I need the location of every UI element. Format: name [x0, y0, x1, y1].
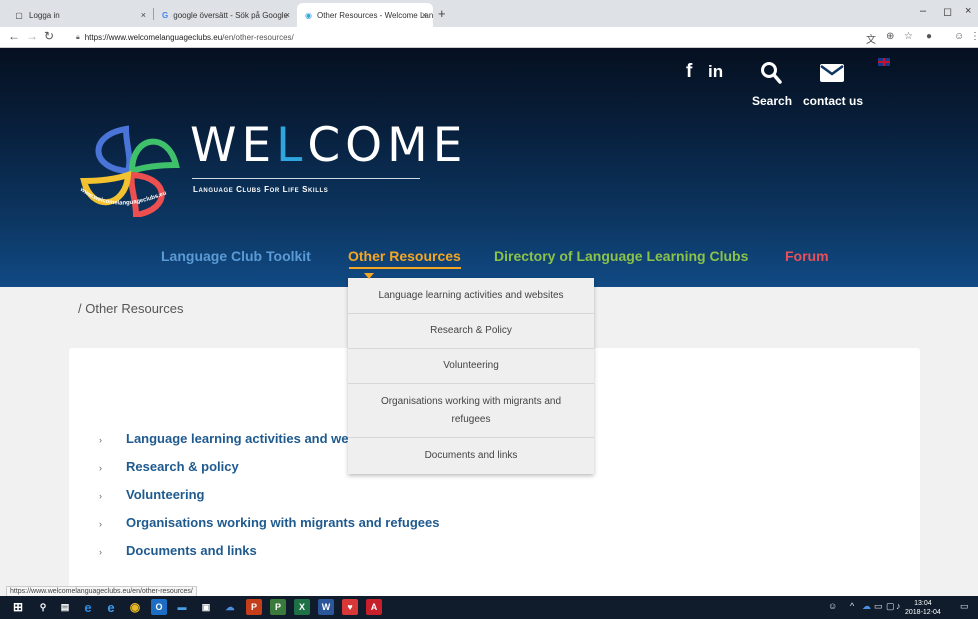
nav-other-resources[interactable]: Other Resources [348, 248, 461, 264]
resource-link[interactable]: Language learning activities and we [126, 431, 349, 446]
windows-start-icon[interactable]: ⊞ [10, 599, 26, 615]
svg-text:www.welcomelanguageclubs.eu: www.welcomelanguageclubs.eu [78, 186, 168, 206]
search-icon[interactable]: ⚲ [35, 599, 51, 615]
dropdown-item[interactable]: Organisations working with migrants and … [348, 384, 594, 438]
people-icon[interactable]: ☺ [828, 601, 837, 611]
profile-icon[interactable]: ☺ [954, 31, 964, 42]
tab-title: google översätt - Sök på Google [173, 10, 288, 20]
powerpoint-icon[interactable]: P [246, 599, 262, 615]
close-tab-icon[interactable]: × [285, 10, 290, 20]
volume-icon[interactable]: ♪ [896, 601, 901, 611]
facebook-icon[interactable]: f [686, 61, 692, 83]
network-icon[interactable]: ▢ [886, 601, 895, 612]
bullet-icon: › [99, 463, 102, 473]
minimize-button[interactable]: – [920, 5, 926, 17]
dropdown-item[interactable]: Volunteering [348, 349, 594, 384]
nav-directory-of-language-learning-clubs[interactable]: Directory of Language Learning Clubs [494, 248, 748, 264]
resource-link[interactable]: Organisations working with migrants and … [126, 515, 440, 530]
acrobat-icon[interactable]: A [366, 599, 382, 615]
onedrive-tray-icon[interactable]: ☁ [862, 601, 871, 612]
dropdown-item[interactable]: Research & Policy [348, 314, 594, 349]
reload-icon[interactable]: ↻ [44, 29, 54, 43]
maximize-button[interactable]: ◻ [943, 5, 952, 18]
browser-tab-bar: ▢ Logga in × G google översätt - Sök på … [0, 0, 978, 27]
word-icon[interactable]: W [318, 599, 334, 615]
breadcrumb: / Other Resources [78, 301, 184, 316]
nav-language-club-toolkit[interactable]: Language Club Toolkit [161, 248, 311, 264]
bullet-icon: › [99, 547, 102, 557]
bullet-icon: › [99, 491, 102, 501]
logo-title: WELCOME [190, 118, 468, 173]
logo-divider [192, 178, 420, 179]
browser-tab[interactable]: ▢ Logga in × [6, 3, 152, 27]
edge-icon[interactable]: e [80, 599, 96, 615]
bookmark-star-icon[interactable]: ☆ [904, 31, 913, 42]
system-clock[interactable]: 13:04 2018-12-04 [905, 599, 941, 617]
chrome-icon[interactable]: ◉ [127, 599, 143, 615]
forward-arrow-icon[interactable]: → [26, 29, 38, 43]
resource-link[interactable]: Volunteering [126, 487, 204, 502]
extension-icon[interactable]: ● [926, 31, 932, 42]
tab-title: Logga in [29, 10, 60, 20]
internet-explorer-icon[interactable]: e [103, 599, 119, 615]
browser-tab[interactable]: G google översätt - Sök på Google × [154, 3, 296, 27]
address-bar: ← → ↻ 🔒︎ https://www.welcomelanguageclub… [0, 27, 978, 48]
tab-title: Other Resources - Welcome Lang [316, 10, 433, 20]
project-icon[interactable]: P [270, 599, 286, 615]
battery-icon[interactable]: ▭ [874, 601, 883, 612]
uk-flag-icon[interactable] [878, 58, 890, 66]
other-resources-dropdown: Language learning activities and website… [348, 278, 594, 474]
shield-icon[interactable]: ♥ [342, 599, 358, 615]
contact-us-label[interactable]: contact us [803, 94, 863, 108]
close-tab-icon[interactable]: × [141, 10, 146, 20]
close-tab-icon[interactable]: × [422, 10, 427, 20]
photos-icon[interactable]: ▬ [174, 599, 190, 615]
lock-icon: 🔒︎ [76, 33, 80, 41]
notifications-icon[interactable]: ▭ [960, 601, 969, 612]
url-path: /en/other-resources/ [222, 33, 294, 42]
bullet-icon: › [99, 435, 102, 445]
resource-link[interactable]: Documents and links [126, 543, 257, 558]
search-label[interactable]: Search [752, 94, 792, 108]
active-nav-underline [349, 267, 461, 269]
browser-tab-active[interactable]: ◉ Other Resources - Welcome Lang × [297, 3, 433, 27]
search-icon[interactable] [760, 61, 782, 85]
task-view-icon[interactable]: ▤ [57, 599, 73, 615]
nav-forum[interactable]: Forum [785, 248, 829, 264]
logo-ring-text: www.welcomelanguageclubs.eu [78, 186, 168, 206]
url-field[interactable]: 🔒︎ https://www.welcomelanguageclubs.eu/e… [76, 30, 294, 45]
dropdown-item[interactable]: Documents and links [348, 438, 594, 474]
zoom-icon[interactable]: ⊕ [886, 31, 894, 42]
close-window-button[interactable]: × [965, 5, 971, 17]
new-tab-button[interactable]: + [438, 6, 446, 21]
google-icon: G [162, 10, 169, 20]
onedrive-icon[interactable]: ☁ [222, 599, 238, 615]
bullet-icon: › [99, 519, 102, 529]
back-arrow-icon[interactable]: ← [8, 29, 20, 43]
outlook-icon[interactable]: O [151, 599, 167, 615]
taskbar: ⊞ ⚲ ▤ e e ◉ O ▬ ▣ ☁ P P X W ♥ A ☺ ^ ☁ ▭ … [0, 596, 978, 619]
dropdown-item[interactable]: Language learning activities and website… [348, 278, 594, 314]
welcome-favicon-icon: ◉ [305, 10, 312, 20]
resource-link[interactable]: Research & policy [126, 459, 239, 474]
tray-chevron-icon[interactable]: ^ [850, 601, 854, 611]
linkedin-icon[interactable]: in [708, 62, 723, 82]
logo-tagline: Language Clubs For Life Skills [193, 185, 329, 194]
excel-icon[interactable]: X [294, 599, 310, 615]
envelope-icon[interactable] [819, 63, 845, 83]
dropdown-caret [364, 273, 374, 279]
page-icon: ▢ [15, 10, 23, 20]
store-icon[interactable]: ▣ [198, 599, 214, 615]
menu-icon[interactable]: ⋮ [970, 31, 978, 42]
url-domain: https://www.welcomelanguageclubs.eu [84, 33, 223, 42]
translate-icon[interactable]: 文 [866, 31, 876, 46]
